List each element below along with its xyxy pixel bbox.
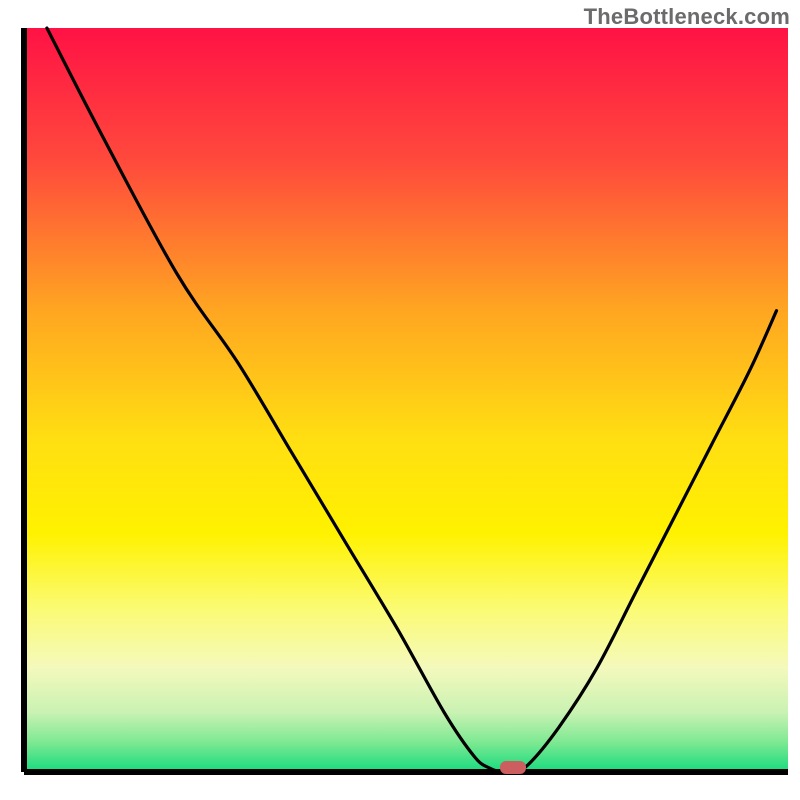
bottleneck-chart <box>0 0 800 800</box>
min-marker <box>500 761 526 774</box>
plot-background <box>24 28 788 772</box>
watermark-label: TheBottleneck.com <box>584 4 790 30</box>
chart-container: TheBottleneck.com <box>0 0 800 800</box>
